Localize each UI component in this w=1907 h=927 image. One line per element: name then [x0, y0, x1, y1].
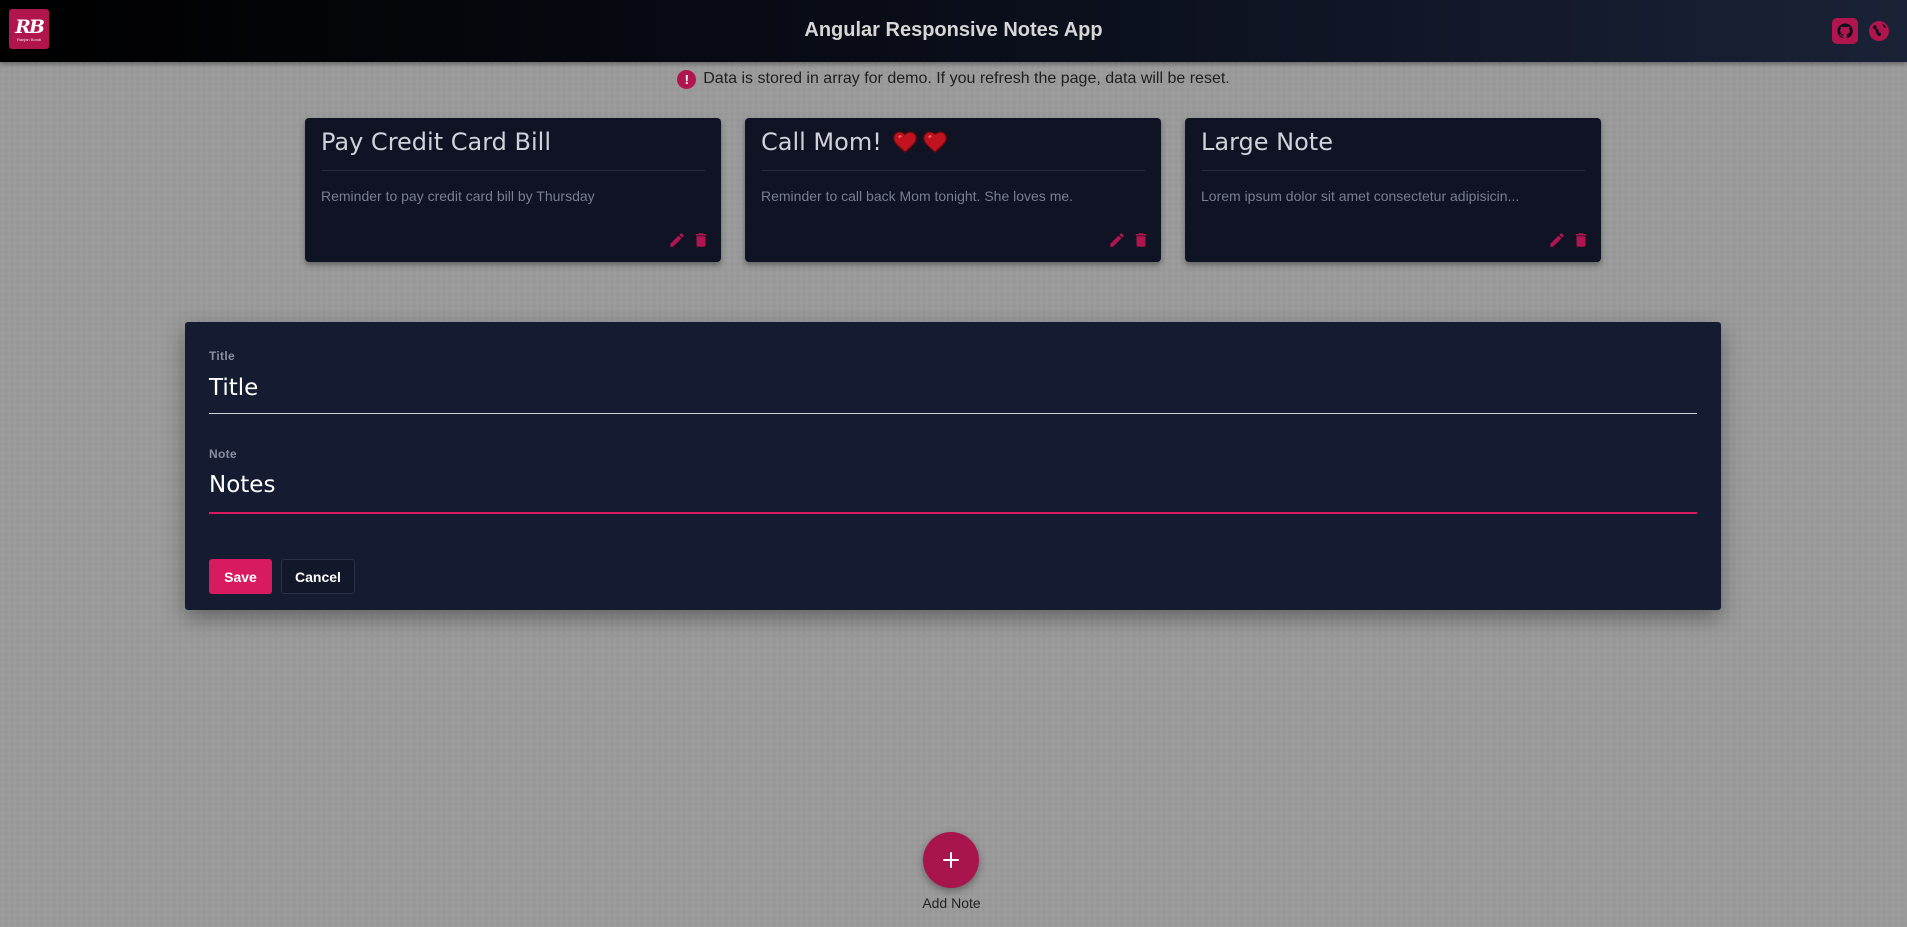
note-actions — [1107, 230, 1151, 250]
app-title: Angular Responsive Notes App — [804, 19, 1103, 41]
website-link[interactable] — [1866, 18, 1892, 44]
save-button[interactable]: Save — [209, 559, 272, 594]
delete-note-button[interactable] — [691, 230, 711, 250]
note-editor: Title Title Note Notes Save Cancel — [185, 322, 1721, 610]
note-title-text: Large Note — [1201, 128, 1333, 156]
add-note-button[interactable] — [923, 832, 979, 888]
note-card: Pay Credit Card Bill Reminder to pay cre… — [305, 118, 721, 262]
title-field-label: Title — [209, 349, 235, 363]
trash-icon — [695, 233, 707, 247]
brand-logo[interactable]: RB Ranjan Bondi — [9, 9, 49, 49]
note-body: Lorem ipsum dolor sit amet consectetur a… — [1201, 188, 1520, 204]
delete-note-button[interactable] — [1131, 230, 1151, 250]
note-divider — [1201, 170, 1585, 171]
edit-note-button[interactable] — [1107, 230, 1127, 250]
note-input[interactable]: Notes — [209, 472, 275, 498]
github-icon — [1837, 23, 1853, 39]
logo-signature: Ranjan Bondi — [16, 36, 42, 42]
note-title-text: Pay Credit Card Bill — [321, 128, 551, 156]
title-input-underline — [209, 413, 1697, 414]
demo-data-notice: ! Data is stored in array for demo. If y… — [0, 67, 1907, 91]
logo-mark: RB — [15, 15, 45, 38]
plus-icon — [943, 852, 959, 868]
note-card: Large Note Lorem ipsum dolor sit amet co… — [1185, 118, 1601, 262]
note-card: Call Mom! Reminder to call back Mom toni… — [745, 118, 1161, 262]
note-body: Reminder to call back Mom tonight. She l… — [761, 188, 1074, 204]
pencil-icon — [670, 233, 684, 247]
heart-icon — [922, 131, 947, 154]
globe-icon — [1869, 21, 1889, 41]
trash-icon — [1135, 233, 1147, 247]
edit-note-button[interactable] — [1547, 230, 1567, 250]
note-divider — [321, 170, 705, 171]
title-input[interactable]: Title — [209, 375, 258, 401]
note-title-text: Call Mom! — [761, 128, 882, 156]
note-input-underline — [209, 512, 1697, 514]
notice-text: Data is stored in array for demo. If you… — [703, 70, 1230, 87]
delete-note-button[interactable] — [1571, 230, 1591, 250]
github-link[interactable] — [1832, 18, 1858, 44]
note-actions — [667, 230, 711, 250]
note-title: Pay Credit Card Bill — [321, 128, 551, 156]
heart-icon — [892, 131, 917, 154]
pencil-icon — [1110, 233, 1124, 247]
note-title: Large Note — [1201, 128, 1333, 156]
note-divider — [761, 170, 1145, 171]
pencil-icon — [1550, 233, 1564, 247]
note-body: Reminder to pay credit card bill by Thur… — [321, 188, 595, 204]
note-actions — [1547, 230, 1591, 250]
app-header: RB Ranjan Bondi Angular Responsive Notes… — [0, 0, 1907, 62]
cancel-button[interactable]: Cancel — [281, 559, 355, 594]
note-field-label: Note — [209, 447, 237, 461]
alert-circle-icon: ! — [677, 69, 697, 89]
note-title-hearts — [892, 130, 948, 154]
trash-icon — [1575, 233, 1587, 247]
add-note-label: Add Note — [922, 895, 981, 911]
note-title: Call Mom! — [761, 128, 948, 156]
edit-note-button[interactable] — [667, 230, 687, 250]
